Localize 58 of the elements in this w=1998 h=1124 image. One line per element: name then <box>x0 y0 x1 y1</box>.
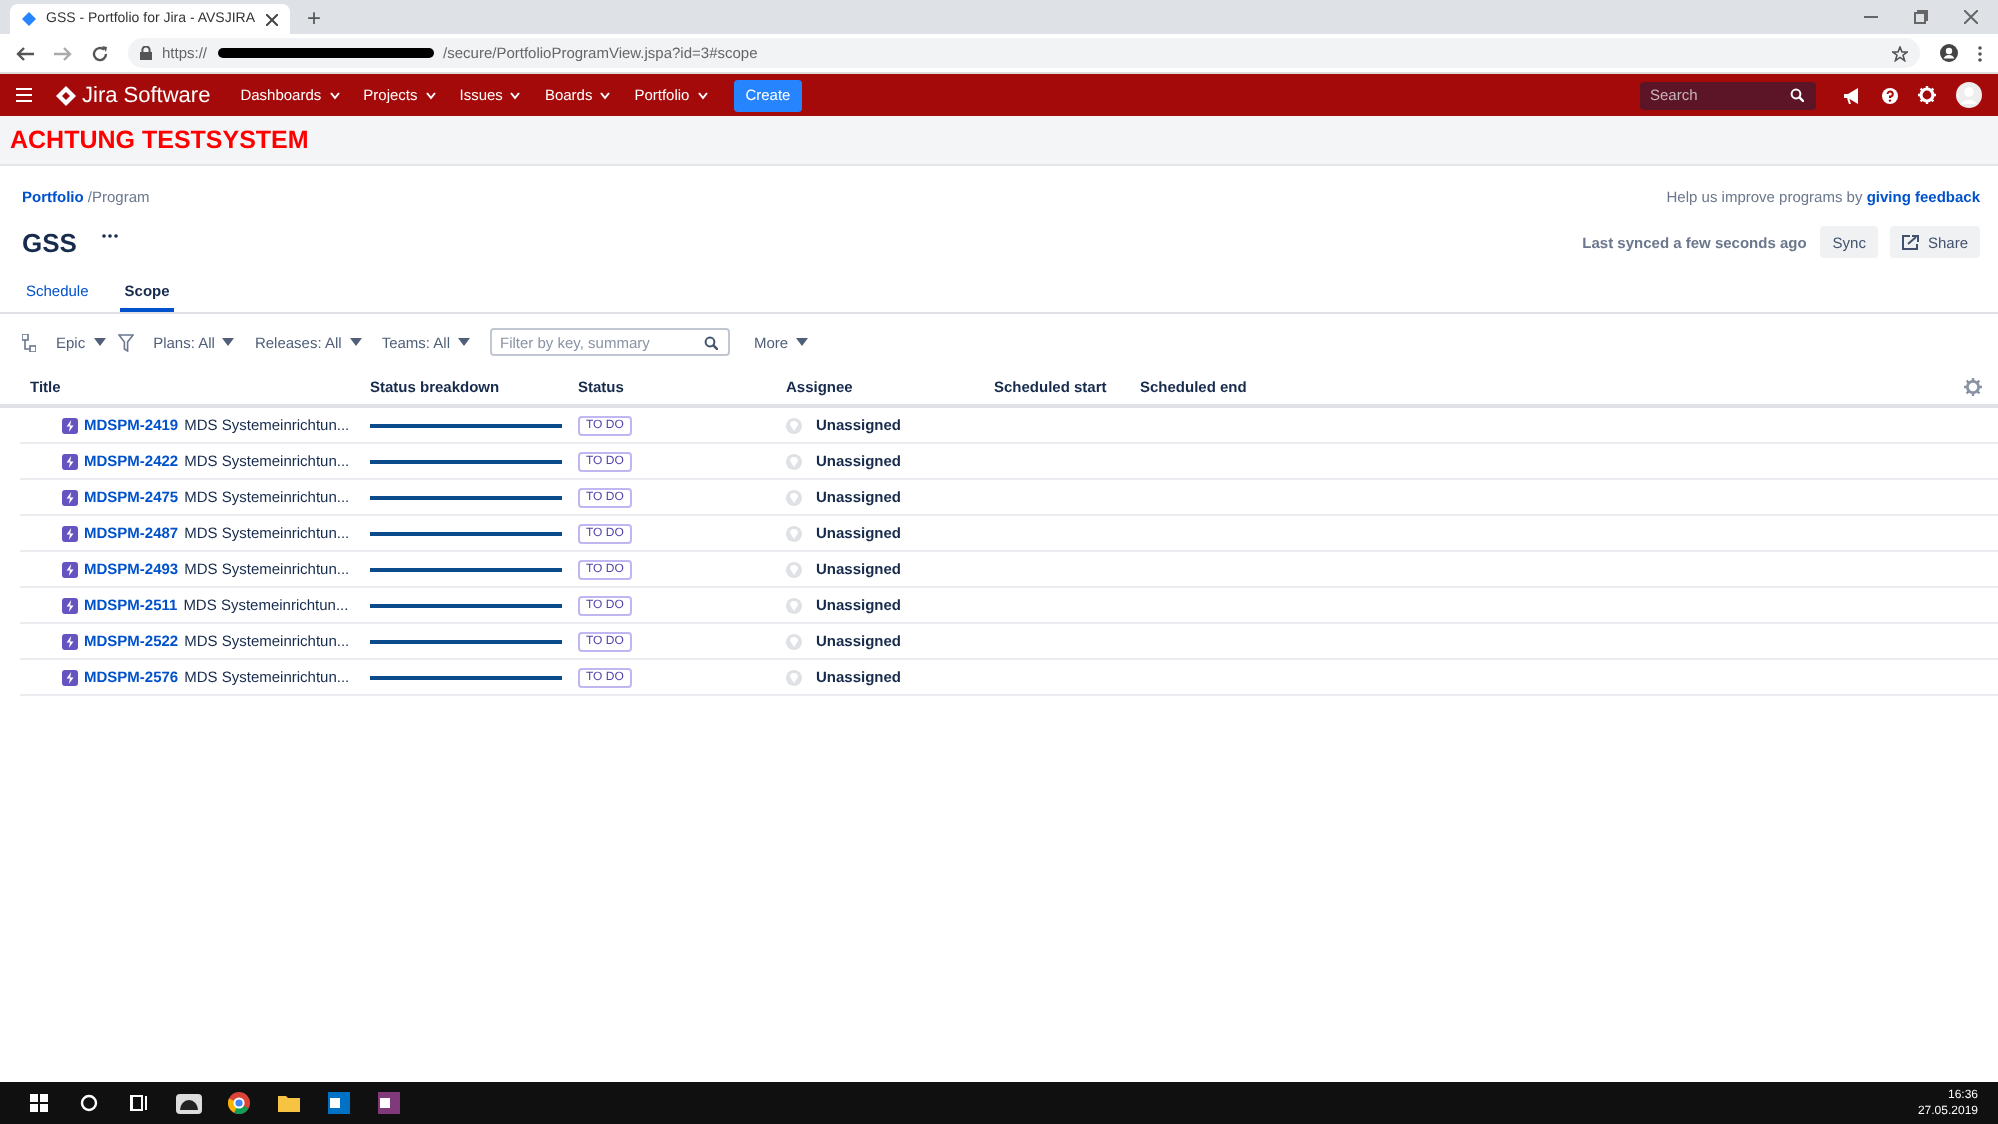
filter-icon[interactable] <box>117 333 134 351</box>
avatar-icon <box>786 525 802 541</box>
epic-icon <box>62 453 78 469</box>
app-icon[interactable] <box>176 1093 202 1113</box>
new-tab-button[interactable]: + <box>307 4 322 32</box>
chevron-icon <box>425 91 436 99</box>
epic-icon <box>62 525 78 541</box>
back-icon[interactable] <box>16 45 34 61</box>
chevron-icon <box>697 91 708 99</box>
avatar-icon <box>786 633 802 649</box>
minimize-icon[interactable] <box>1864 10 1878 24</box>
lock-icon <box>140 46 152 60</box>
browser-app-icon[interactable] <box>228 1092 250 1114</box>
search-circle-icon[interactable] <box>80 1094 98 1112</box>
account-icon[interactable] <box>1940 44 1958 62</box>
diamond-icon <box>22 12 36 26</box>
page-title: GSS <box>22 227 77 257</box>
caret-icon <box>458 338 470 346</box>
caret-icon <box>796 338 809 346</box>
epic-icon <box>62 669 78 685</box>
task-view-icon[interactable] <box>129 1094 149 1112</box>
banner-text: ACHTUNG TESTSYSTEM <box>10 126 309 154</box>
avatar-icon <box>786 489 802 505</box>
megaphone-icon[interactable] <box>1844 87 1862 103</box>
search-icon <box>1790 88 1804 102</box>
share-icon <box>1901 234 1920 250</box>
chevron-icon <box>510 91 521 99</box>
folder-icon[interactable] <box>278 1094 300 1112</box>
help-icon[interactable] <box>1882 87 1898 103</box>
epic-icon <box>62 489 78 505</box>
mail-app-icon[interactable] <box>328 1092 350 1114</box>
avatar-icon <box>786 453 802 469</box>
notebook-app-icon[interactable] <box>378 1092 400 1114</box>
star-icon[interactable] <box>1892 45 1908 61</box>
reload-icon[interactable] <box>92 45 108 61</box>
avatar-icon <box>786 417 802 433</box>
windows-icon[interactable] <box>30 1094 48 1112</box>
epic-icon <box>62 597 78 613</box>
epic-icon <box>62 561 78 577</box>
menu-icon[interactable] <box>16 88 32 102</box>
close-icon[interactable] <box>265 13 278 25</box>
caret-icon <box>349 338 362 346</box>
avatar-icon[interactable] <box>1956 82 1982 108</box>
avatar-icon <box>786 561 802 577</box>
diamond-logo-icon <box>56 85 76 105</box>
search-icon <box>704 335 718 349</box>
chevron-icon <box>329 91 340 99</box>
product-name[interactable]: Jira Software <box>82 83 211 107</box>
caret-icon <box>222 338 235 346</box>
caret-icon <box>93 338 106 346</box>
epic-icon <box>62 417 78 433</box>
restore-icon[interactable] <box>1914 10 1928 24</box>
epic-icon <box>62 633 78 649</box>
close-icon[interactable] <box>1964 10 1978 24</box>
hierarchy-icon[interactable] <box>22 333 36 351</box>
chevron-icon <box>600 91 611 99</box>
avatar-icon <box>786 669 802 685</box>
avatar-icon <box>786 597 802 613</box>
